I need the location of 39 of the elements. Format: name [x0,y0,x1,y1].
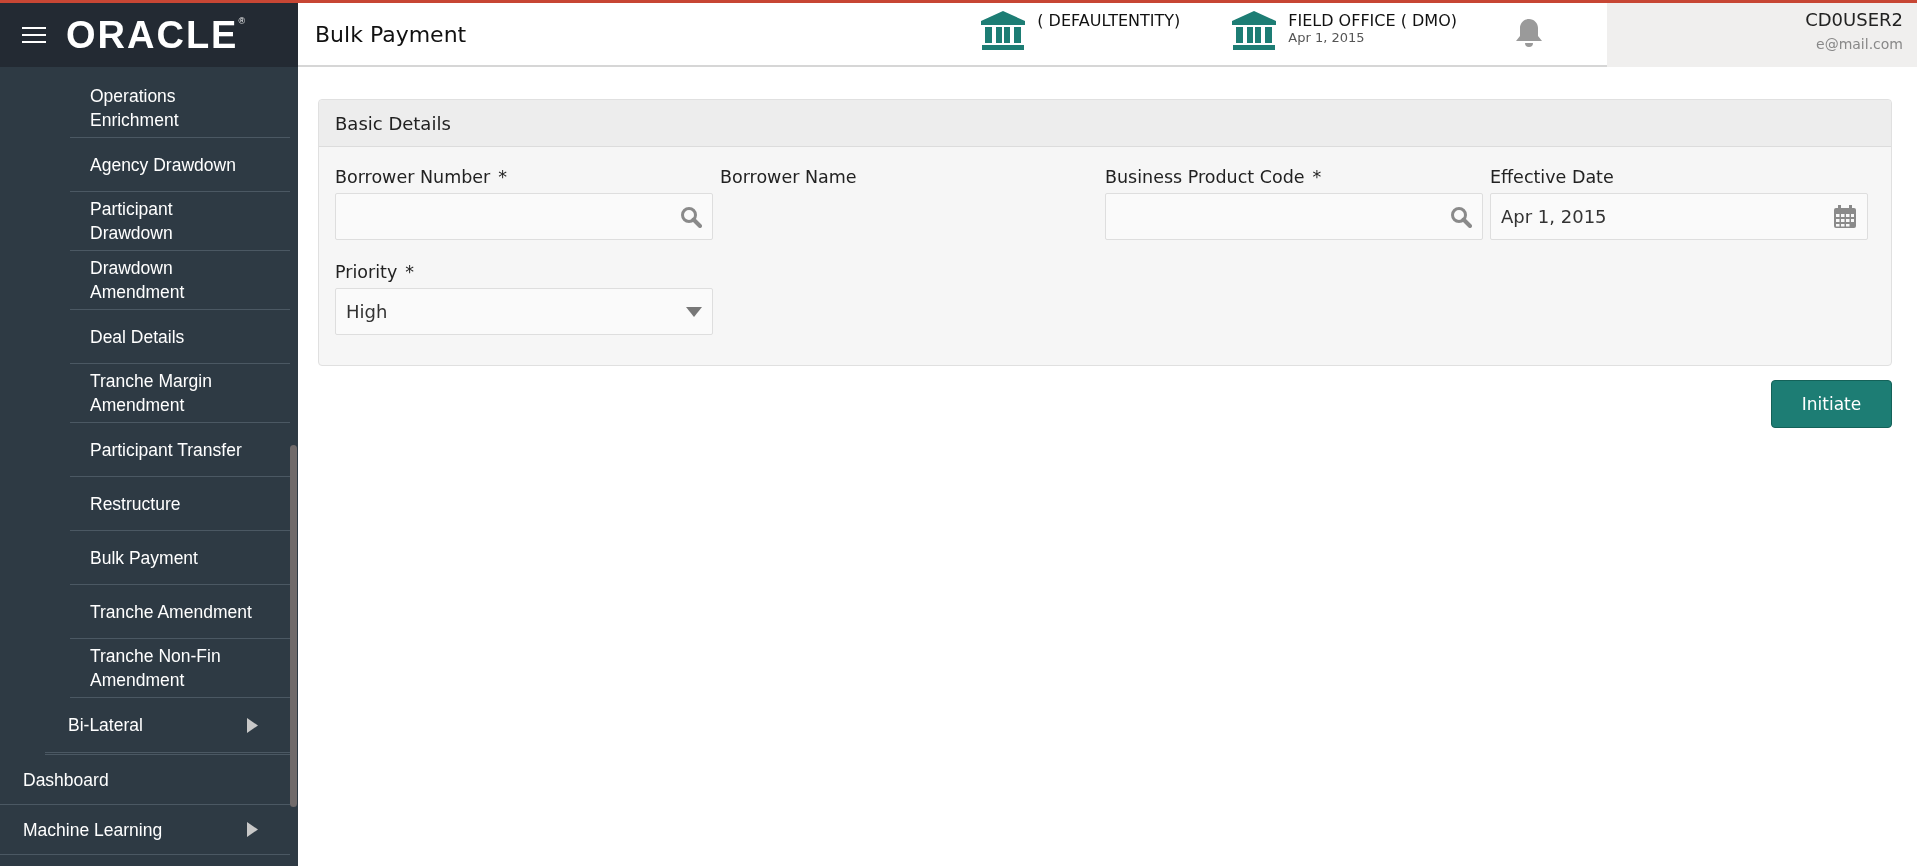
field-label: Business Product Code [1105,166,1305,189]
user-email: e@mail.com [1816,36,1903,52]
menu-item[interactable]: Drawdown Amendment [70,251,290,310]
menu-item[interactable]: Participant Drawdown [70,192,290,251]
menu-item[interactable]: Agency Drawdown [70,138,290,192]
menu-item[interactable]: Machine Learning [0,805,290,855]
caret-icon [247,717,258,733]
required-mark: * [405,261,415,284]
menu-icon[interactable] [22,26,46,44]
field-label: Priority [335,261,398,284]
date-field[interactable]: Apr 1, 2015 [1490,193,1868,240]
required-mark: * [498,166,507,189]
page-title: Bulk Payment [314,21,468,47]
lookup-field[interactable] [335,193,713,240]
calendar-icon[interactable] [1833,204,1857,229]
initiate-button[interactable]: Initiate [1771,380,1892,428]
entity-name: ( DEFAULTENTITY) [1037,11,1181,30]
caret-icon [686,306,702,317]
bank-icon [1232,11,1277,51]
search-icon[interactable] [680,205,702,228]
menu-item[interactable]: Operations Enrichment [70,79,290,138]
brand-logo: ORACLE$^{®}$ [66,13,246,57]
lookup-field[interactable] [1105,193,1483,240]
required-mark: * [1312,166,1322,189]
field-label: Borrower Number [335,166,491,189]
priority-dropdown[interactable]: High [335,288,713,335]
branch-name: FIELD OFFICE ( DMO) [1288,11,1457,30]
branch-date: Apr 1, 2015 [1288,30,1366,45]
field-label: Effective Date [1490,166,1614,189]
scrollbar-thumb[interactable] [290,445,297,807]
menu-item[interactable]: Tranche Margin Amendment [70,364,290,423]
panel-title: Basic Details [335,112,451,134]
menu-item[interactable]: Deal Details [70,310,290,364]
user-name[interactable]: CD0USER2 [1805,9,1903,30]
caret-icon [247,822,258,837]
notification-bell-icon[interactable] [1515,17,1543,47]
field-label: Borrower Name [720,166,857,189]
search-icon[interactable] [1450,205,1472,228]
bank-icon [981,11,1026,51]
